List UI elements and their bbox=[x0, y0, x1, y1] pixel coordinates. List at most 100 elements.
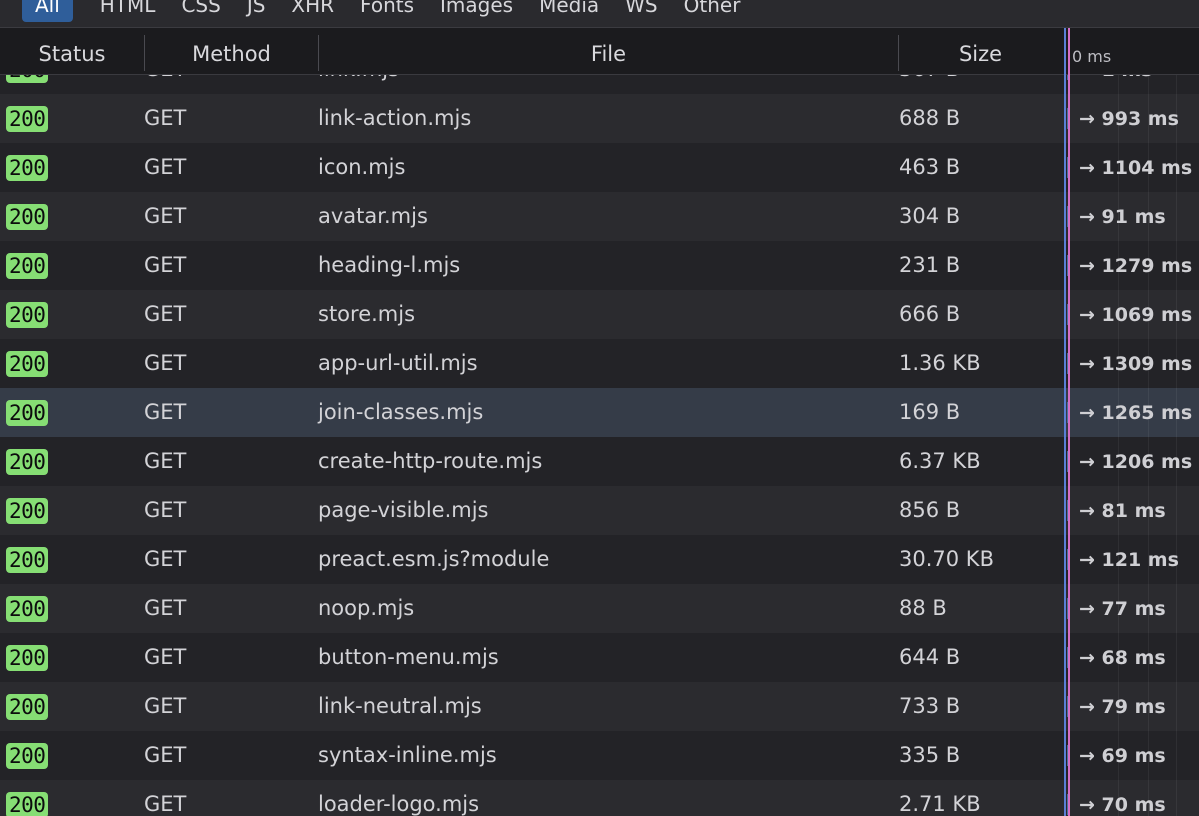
column-header-waterfall[interactable]: 0 ms bbox=[1072, 28, 1199, 74]
timing-label: → 81 ms bbox=[1079, 500, 1166, 522]
size-cell: 304 B bbox=[899, 204, 961, 228]
table-row[interactable]: 200 GET link-neutral.mjs 733 B → 79 ms bbox=[0, 682, 1199, 731]
timing-label: → 70 ms bbox=[1079, 794, 1166, 816]
method-cell: GET bbox=[144, 792, 187, 816]
file-cell: link-neutral.mjs bbox=[318, 694, 482, 718]
table-row[interactable]: 200 GET app-url-util.mjs 1.36 KB → 1309 ms bbox=[0, 339, 1199, 388]
filter-buttons: All HTML CSS JS XHR Fonts Images Media WS Other bbox=[22, 0, 753, 22]
table-row[interactable]: 200 GET store.mjs 666 B → 1069 ms bbox=[0, 290, 1199, 339]
file-cell: page-visible.mjs bbox=[318, 498, 489, 522]
status-badge: 200 bbox=[6, 302, 49, 328]
table-row[interactable]: 200 GET loader-logo.mjs 2.71 KB → 70 ms bbox=[0, 780, 1199, 816]
file-cell: avatar.mjs bbox=[318, 204, 428, 228]
method-cell: GET bbox=[144, 155, 187, 179]
method-cell: GET bbox=[144, 302, 187, 326]
size-cell: 688 B bbox=[899, 106, 961, 130]
file-cell: icon.mjs bbox=[318, 155, 406, 179]
method-cell: GET bbox=[144, 449, 187, 473]
table-row[interactable]: 200 GET button-menu.mjs 644 B → 68 ms bbox=[0, 633, 1199, 682]
waterfall-gridline bbox=[1176, 74, 1177, 816]
method-cell: GET bbox=[144, 400, 187, 424]
method-cell: GET bbox=[144, 694, 187, 718]
column-header-file[interactable]: File bbox=[319, 28, 898, 74]
dom-content-loaded-marker bbox=[1064, 28, 1066, 816]
file-cell: store.mjs bbox=[318, 302, 416, 326]
filter-fonts-button[interactable]: Fonts bbox=[347, 0, 427, 22]
network-panel: All HTML CSS JS XHR Fonts Images Media WS Other S… bbox=[0, 0, 1199, 816]
status-badge: 200 bbox=[6, 596, 49, 622]
load-marker bbox=[1068, 28, 1070, 816]
filter-js-button[interactable]: JS bbox=[234, 0, 279, 22]
column-header-method[interactable]: Method bbox=[145, 28, 318, 74]
filter-images-button[interactable]: Images bbox=[427, 0, 526, 22]
size-cell: 463 B bbox=[899, 155, 961, 179]
waterfall-gridline bbox=[1118, 74, 1119, 816]
filter-ws-button[interactable]: WS bbox=[612, 0, 670, 22]
timing-label: → 79 ms bbox=[1079, 696, 1166, 718]
file-cell: app-url-util.mjs bbox=[318, 351, 478, 375]
timing-label: → 77 ms bbox=[1079, 598, 1166, 620]
method-cell: GET bbox=[144, 253, 187, 277]
status-badge: 200 bbox=[6, 106, 49, 132]
status-badge: 200 bbox=[6, 743, 49, 769]
table-row[interactable]: 200 GET page-visible.mjs 856 B → 81 ms bbox=[0, 486, 1199, 535]
file-cell: create-http-route.mjs bbox=[318, 449, 543, 473]
size-cell: 30.70 KB bbox=[899, 547, 994, 571]
waterfall-gridline bbox=[1148, 74, 1149, 816]
timing-label: → 91 ms bbox=[1079, 206, 1166, 228]
table-row[interactable]: 200 GET preact.esm.js?module 30.70 KB → 121 … bbox=[0, 535, 1199, 584]
status-badge: 200 bbox=[6, 449, 49, 475]
status-badge: 200 bbox=[6, 400, 49, 426]
status-badge: 200 bbox=[6, 645, 49, 671]
file-cell: link-action.mjs bbox=[318, 106, 472, 130]
table-header: Status Method File Size 0 ms bbox=[0, 28, 1199, 75]
size-cell: 1.36 KB bbox=[899, 351, 981, 375]
timing-label: → 68 ms bbox=[1079, 647, 1166, 669]
column-header-status[interactable]: Status bbox=[0, 28, 144, 74]
filter-xhr-button[interactable]: XHR bbox=[278, 0, 347, 22]
size-cell: 733 B bbox=[899, 694, 961, 718]
table-row[interactable]: 200 GET heading-l.mjs 231 B → 1279 ms bbox=[0, 241, 1199, 290]
status-badge: 200 bbox=[6, 155, 49, 181]
table-row[interactable]: 200 GET noop.mjs 88 B → 77 ms bbox=[0, 584, 1199, 633]
file-cell: heading-l.mjs bbox=[318, 253, 461, 277]
size-cell: 335 B bbox=[899, 743, 961, 767]
status-badge: 200 bbox=[6, 694, 49, 720]
method-cell: GET bbox=[144, 498, 187, 522]
table-row[interactable]: 200 GET link-action.mjs 688 B → 993 ms bbox=[0, 94, 1199, 143]
filter-media-button[interactable]: Media bbox=[526, 0, 612, 22]
method-cell: GET bbox=[144, 547, 187, 571]
status-badge: 200 bbox=[6, 792, 49, 816]
size-cell: 856 B bbox=[899, 498, 961, 522]
timing-label: → 69 ms bbox=[1079, 745, 1166, 767]
size-cell: 644 B bbox=[899, 645, 961, 669]
method-cell: GET bbox=[144, 106, 187, 130]
file-cell: loader-logo.mjs bbox=[318, 792, 480, 816]
status-badge: 200 bbox=[6, 498, 49, 524]
status-badge: 200 bbox=[6, 204, 49, 230]
file-cell: syntax-inline.mjs bbox=[318, 743, 497, 767]
method-cell: GET bbox=[144, 204, 187, 228]
table-row[interactable]: 200 GET join-classes.mjs 169 B → 1265 ms bbox=[0, 388, 1199, 437]
timing-label: → 993 ms bbox=[1079, 108, 1179, 130]
table-row[interactable]: 200 GET syntax-inline.mjs 335 B → 69 ms bbox=[0, 731, 1199, 780]
table-row[interactable]: 200 GET icon.mjs 463 B → 1104 ms bbox=[0, 143, 1199, 192]
table-row[interactable]: 200 GET avatar.mjs 304 B → 91 ms bbox=[0, 192, 1199, 241]
filter-toolbar: All HTML CSS JS XHR Fonts Images Media WS Other bbox=[0, 0, 1199, 28]
filter-other-button[interactable]: Other bbox=[671, 0, 754, 22]
size-cell: 6.37 KB bbox=[899, 449, 981, 473]
size-cell: 231 B bbox=[899, 253, 961, 277]
method-cell: GET bbox=[144, 743, 187, 767]
size-cell: 88 B bbox=[899, 596, 947, 620]
table-row[interactable]: 200 GET create-http-route.mjs 6.37 KB → 1206… bbox=[0, 437, 1199, 486]
filter-css-button[interactable]: CSS bbox=[168, 0, 233, 22]
filter-html-button[interactable]: HTML bbox=[87, 0, 169, 22]
size-cell: 169 B bbox=[899, 400, 961, 424]
column-header-size[interactable]: Size bbox=[899, 28, 1062, 74]
method-cell: GET bbox=[144, 351, 187, 375]
filter-all-button[interactable]: All bbox=[22, 0, 73, 22]
file-cell: preact.esm.js?module bbox=[318, 547, 550, 571]
method-cell: GET bbox=[144, 645, 187, 669]
file-cell: join-classes.mjs bbox=[318, 400, 484, 424]
request-list[interactable]: 200GETlink.mjs367 B→ 1 ms200GETlink-acti… bbox=[0, 70, 1199, 816]
